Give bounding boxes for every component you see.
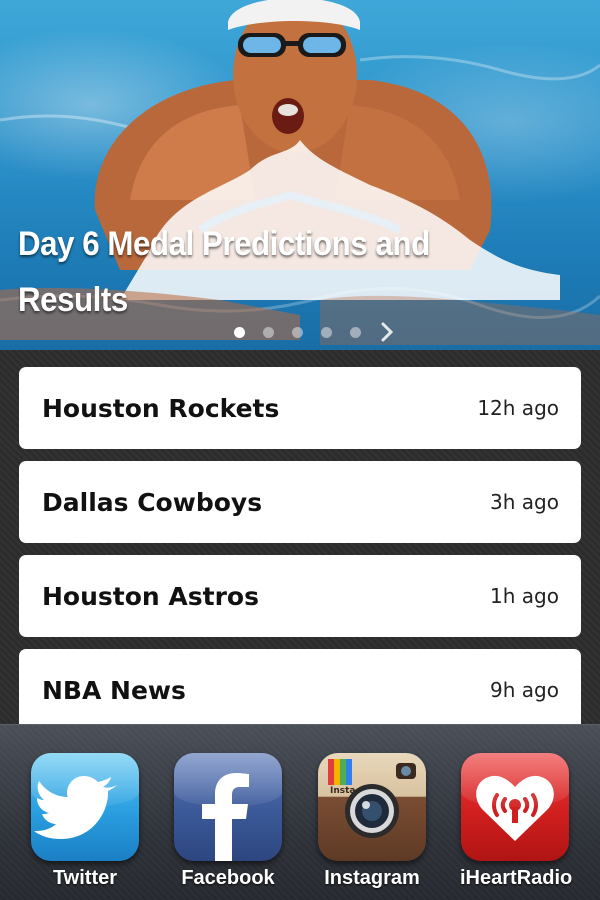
page-dot-4[interactable] — [321, 326, 332, 338]
feed-item-timestamp: 12h ago — [477, 396, 559, 420]
dock-app-label: Twitter — [52, 867, 118, 889]
page-dot-2[interactable] — [263, 326, 274, 338]
app-dock: Twitter Facebook Insta Instagram iHeartR… — [0, 724, 600, 900]
dock-app-label: iHeartRadio — [460, 867, 573, 889]
feed-list[interactable]: Houston Rockets 12h ago Dallas Cowboys 3… — [0, 350, 600, 724]
feed-item-nba-news[interactable]: NBA News 9h ago — [19, 649, 581, 724]
feed-item-dallas-cowboys[interactable]: Dallas Cowboys 3h ago — [19, 461, 581, 543]
page-dot-5[interactable] — [350, 326, 361, 338]
feed-item-title: Houston Rockets — [42, 393, 280, 423]
dock-app-iheartradio[interactable]: iHeartRadio — [460, 753, 573, 890]
feed-item-timestamp: 1h ago — [490, 584, 559, 608]
page-dot-1[interactable] — [234, 326, 245, 338]
dock-app-label: Instagram — [324, 867, 420, 889]
instagram-camera-icon[interactable]: Insta — [318, 753, 426, 861]
dock-app-instagram[interactable]: Insta Instagram — [317, 753, 427, 890]
twitter-bird-icon[interactable] — [31, 753, 139, 861]
hero-banner[interactable]: Day 6 Medal Predictions and Results — [0, 0, 600, 350]
feed-item-title: Dallas Cowboys — [42, 487, 263, 517]
feed-item-timestamp: 9h ago — [490, 678, 559, 702]
feed-item-title: NBA News — [42, 675, 186, 705]
feed-item-title: Houston Astros — [42, 581, 259, 611]
hero-title[interactable]: Day 6 Medal Predictions and Results — [18, 216, 460, 328]
chevron-right-icon[interactable] — [379, 322, 395, 342]
dock-app-twitter[interactable]: Twitter — [30, 753, 140, 890]
feed-item-houston-rockets[interactable]: Houston Rockets 12h ago — [19, 367, 581, 449]
facebook-f-icon[interactable] — [174, 753, 282, 861]
feed-item-houston-astros[interactable]: Houston Astros 1h ago — [19, 555, 581, 637]
iheartradio-icon[interactable] — [461, 753, 569, 861]
feed-item-timestamp: 3h ago — [490, 490, 559, 514]
dock-app-facebook[interactable]: Facebook — [173, 753, 283, 890]
page-indicator[interactable] — [234, 322, 395, 342]
dock-app-label: Facebook — [181, 867, 275, 889]
page-dot-3[interactable] — [292, 326, 303, 338]
